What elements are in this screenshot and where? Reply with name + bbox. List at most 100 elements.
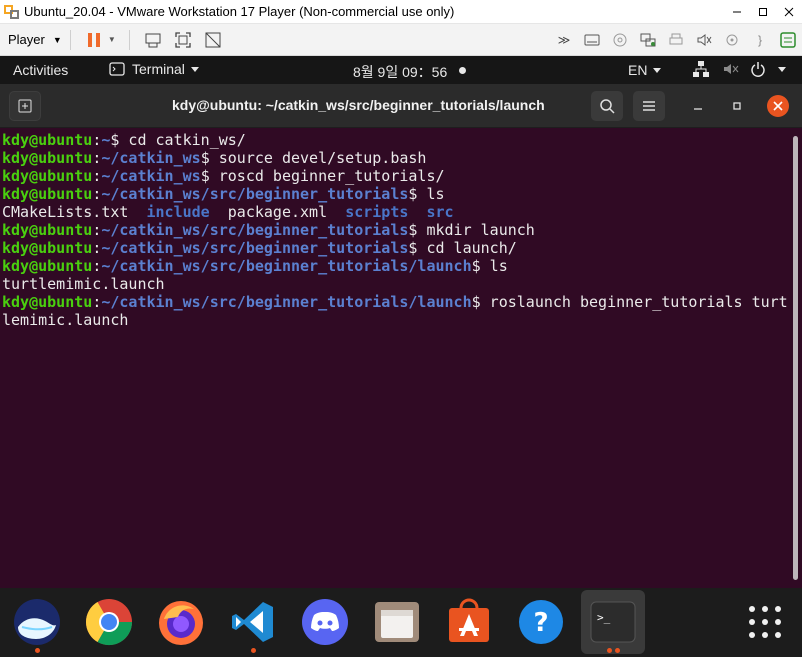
player-menu[interactable]: Player ▼ [8, 32, 62, 47]
running-indicator [615, 648, 620, 653]
running-indicator [251, 648, 256, 653]
window-titlebar: Ubuntu_20.04 - VMware Workstation 17 Pla… [0, 0, 802, 24]
chevron-down-icon [653, 67, 662, 73]
terminal-line: turtlemimic.launch [2, 275, 788, 293]
search-button[interactable] [591, 91, 623, 121]
network-icon[interactable] [637, 29, 659, 51]
prompt-path: ~/catkin_ws/src/beginner_tutorials/launc… [101, 257, 472, 275]
chevron-down-icon: ▼ [52, 34, 62, 45]
prompt-path: ~/catkin_ws [101, 149, 201, 167]
minimize-icon[interactable] [724, 0, 750, 24]
svg-text:>_: >_ [597, 611, 611, 624]
send-keys-icon[interactable] [142, 29, 164, 51]
terminal-scrollbar[interactable] [793, 136, 798, 580]
terminal-output: kdy@ubuntu:~$ cd catkin_ws/kdy@ubuntu:~/… [2, 131, 788, 329]
vmware-toolbar: Player ▼ ▼ ≫ } [0, 24, 802, 56]
terminal-icon[interactable]: >_ [587, 596, 639, 648]
new-tab-button[interactable] [9, 91, 41, 121]
input-language-label: EN [628, 62, 648, 78]
whale-browser-icon[interactable] [11, 596, 63, 648]
toolbar-divider [69, 29, 71, 50]
prompt-path: ~/catkin_ws/src/beginner_tutorials [101, 239, 409, 257]
pause-dropdown-icon[interactable]: ▼ [107, 29, 117, 51]
show-apps-icon[interactable] [739, 596, 791, 648]
more-icon[interactable]: ≫ [553, 29, 575, 51]
terminal-line: kdy@ubuntu:~/catkin_ws/src/beginner_tuto… [2, 239, 788, 257]
ls-file: package.xml [227, 203, 328, 221]
hamburger-menu-button[interactable] [633, 91, 665, 121]
network-wired-icon [693, 61, 709, 77]
sound-icon[interactable] [693, 29, 715, 51]
terminal-headerbar: kdy@ubuntu: ~/catkin_ws/src/beginner_tut… [0, 84, 802, 128]
command-text: mkdir launch [417, 221, 535, 239]
prompt-path: ~/catkin_ws/src/beginner_tutorials [101, 221, 409, 239]
terminal-maximize-icon[interactable] [727, 96, 747, 116]
prompt-separator: : [92, 293, 102, 311]
terminal-close-icon[interactable] [767, 95, 789, 117]
prompt-user: kdy@ubuntu [2, 167, 93, 185]
prompt-user: kdy@ubuntu [2, 185, 93, 203]
prompt-separator: : [92, 149, 102, 167]
firefox-icon[interactable] [155, 596, 207, 648]
volume-muted-icon [724, 64, 739, 74]
command-text: cd catkin_ws/ [119, 131, 246, 149]
command-text: roscd beginner_tutorials/ [209, 167, 445, 185]
svg-text:?: ? [533, 608, 548, 638]
files-icon[interactable] [371, 596, 423, 648]
window-title: Ubuntu_20.04 - VMware Workstation 17 Pla… [24, 4, 455, 19]
output-text: lemimic.launch [2, 311, 129, 329]
fullscreen-icon[interactable] [172, 29, 194, 51]
prompt-symbol: $ [471, 293, 481, 311]
clock-text: 8월 9일 09：56 [353, 64, 448, 80]
cd-icon[interactable] [609, 29, 631, 51]
maximize-icon[interactable] [750, 0, 776, 24]
clock[interactable]: 8월 9일 09：56 [353, 62, 467, 82]
terminal-line: kdy@ubuntu:~/catkin_ws/src/beginner_tuto… [2, 185, 788, 203]
running-indicator [607, 648, 612, 653]
software-center-icon[interactable] [443, 596, 495, 648]
terminal-line: CMakeLists.txt include package.xml scrip… [2, 203, 788, 221]
prompt-user: kdy@ubuntu [2, 221, 93, 239]
terminal-line: kdy@ubuntu:~/catkin_ws/src/beginner_tuto… [2, 293, 788, 311]
prompt-user: kdy@ubuntu [2, 293, 93, 311]
ls-file: CMakeLists.txt [2, 203, 129, 221]
collapse-icon[interactable]: } [749, 29, 771, 51]
prompt-user: kdy@ubuntu [2, 131, 93, 149]
command-text: ls [417, 185, 445, 203]
prompt-user: kdy@ubuntu [2, 239, 93, 257]
ls-directory: include [146, 203, 210, 221]
close-icon[interactable] [776, 0, 802, 24]
terminal-body[interactable]: kdy@ubuntu:~$ cd catkin_ws/kdy@ubuntu:~/… [0, 128, 802, 588]
prompt-separator: : [92, 131, 102, 149]
unity-icon[interactable] [202, 29, 224, 51]
hdd-icon[interactable] [581, 29, 603, 51]
terminal-minimize-icon[interactable] [688, 96, 708, 116]
power-icon [751, 62, 765, 77]
prompt-separator: : [92, 257, 102, 275]
gnome-top-bar: Activities Terminal 8월 9일 09：56 EN [0, 56, 802, 84]
system-tray[interactable] [692, 60, 786, 78]
pause-icon[interactable] [83, 29, 105, 51]
input-language[interactable]: EN [628, 62, 662, 78]
prompt-separator: : [92, 185, 102, 203]
vmware-app-icon [4, 4, 20, 20]
vscode-icon[interactable] [227, 596, 279, 648]
chrome-icon[interactable] [83, 596, 135, 648]
help-icon[interactable]: ? [515, 596, 567, 648]
command-text: ls [480, 257, 508, 275]
terminal-small-icon [109, 62, 125, 76]
activities-button[interactable]: Activities [13, 62, 68, 78]
prompt-separator: : [92, 221, 102, 239]
app-menu-terminal[interactable]: Terminal [109, 61, 199, 77]
command-text: source devel/setup.bash [209, 149, 427, 167]
prompt-user: kdy@ubuntu [2, 149, 93, 167]
usb-icon[interactable] [721, 29, 743, 51]
terminal-line: kdy@ubuntu:~$ cd catkin_ws/ [2, 131, 788, 149]
message-icon[interactable] [777, 29, 799, 51]
prompt-separator: : [92, 167, 102, 185]
terminal-line: kdy@ubuntu:~/catkin_ws$ roscd beginner_t… [2, 167, 788, 185]
player-menu-label: Player [8, 32, 45, 47]
prompt-user: kdy@ubuntu [2, 257, 93, 275]
discord-icon[interactable] [299, 596, 351, 648]
printer-icon[interactable] [665, 29, 687, 51]
